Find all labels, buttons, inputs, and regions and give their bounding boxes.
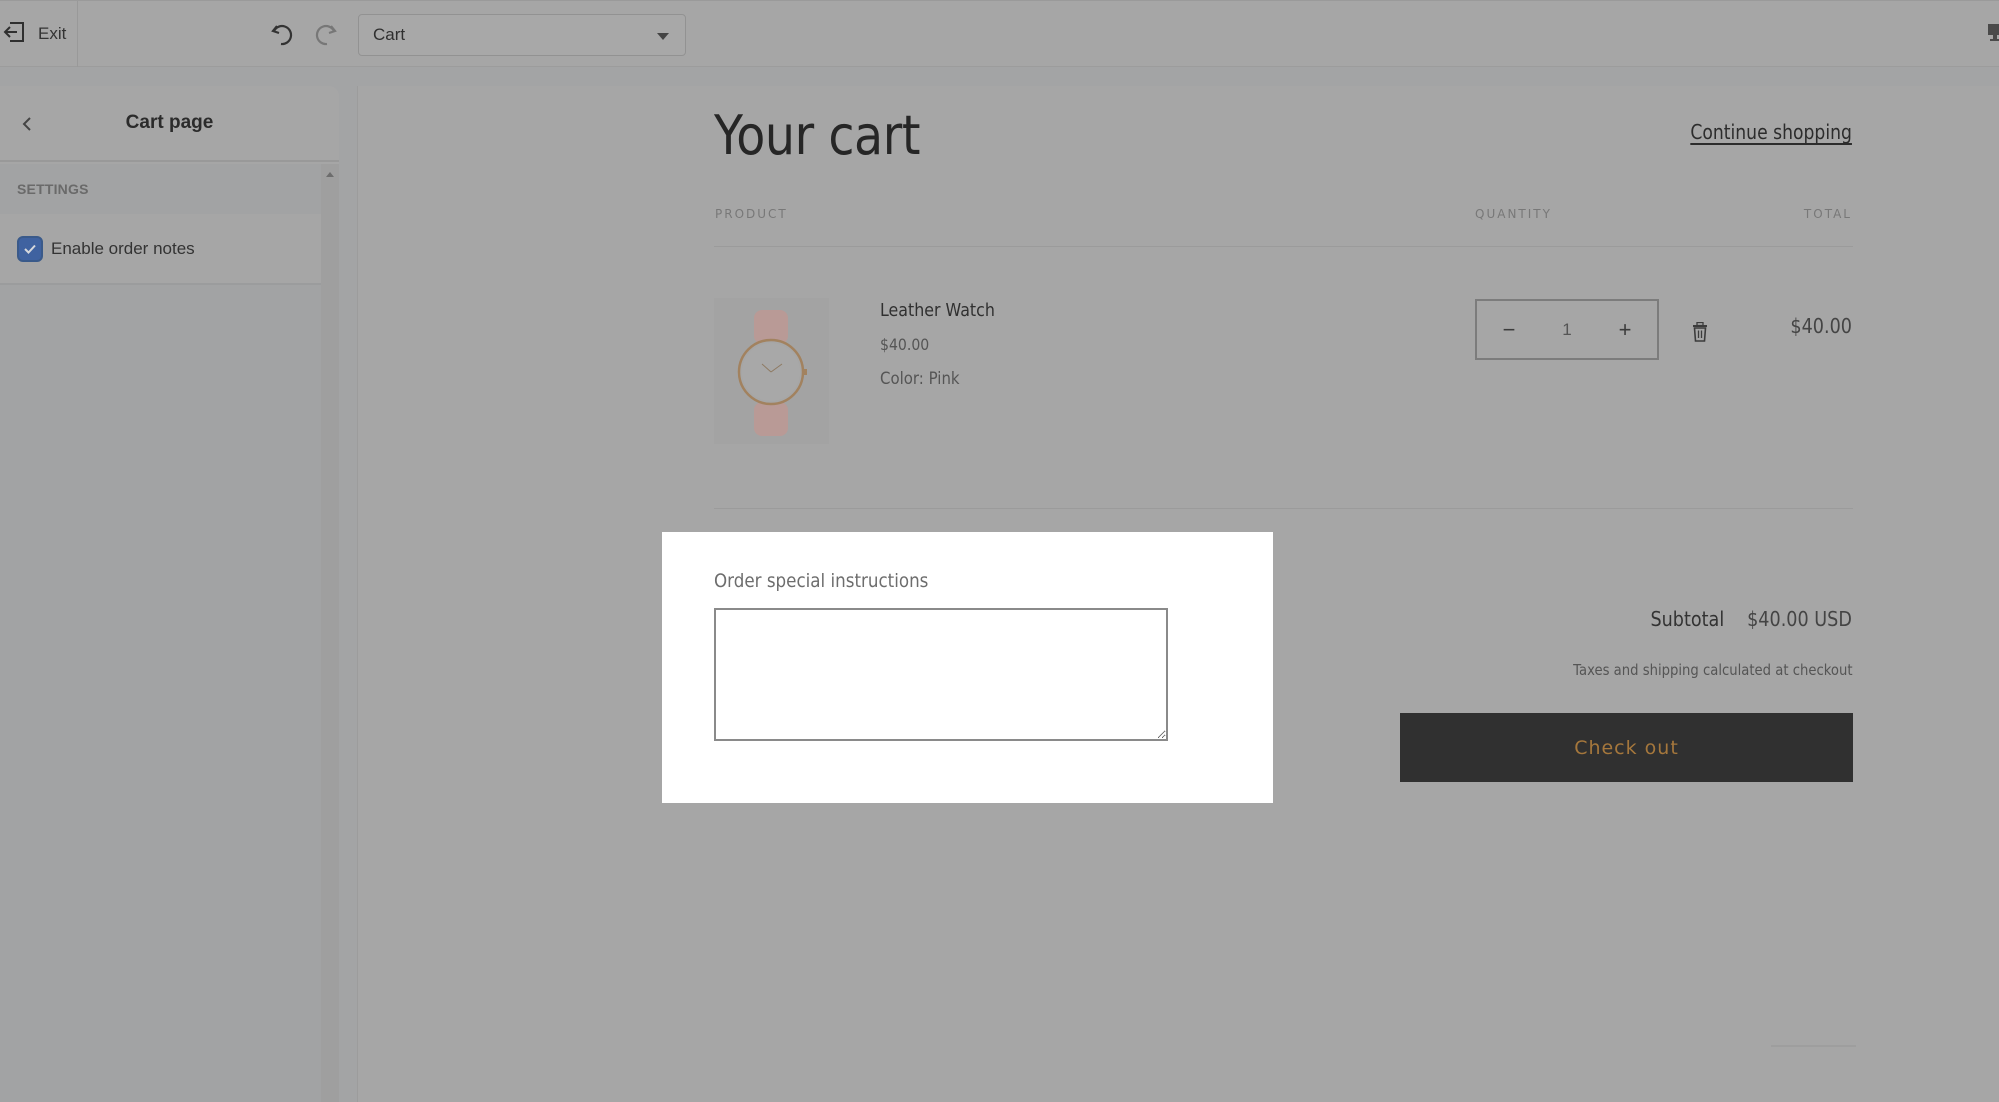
product-price: $40.00 (880, 335, 930, 354)
setting-label: Enable order notes (51, 238, 195, 258)
section-title: SETTINGS (17, 181, 89, 197)
subtotal-value: $40.00 USD (1747, 607, 1852, 631)
tax-note: Taxes and shipping calculated at checkou… (1572, 661, 1852, 679)
quantity-increase-button[interactable]: + (1613, 317, 1637, 343)
continue-shopping-link[interactable]: Continue shopping (1690, 120, 1852, 144)
exit-label: Exit (38, 24, 67, 43)
product-option: Color: Pink (880, 369, 960, 389)
sidebar-header: Cart page (0, 86, 339, 162)
exit-arrow-icon (2, 20, 26, 49)
column-header-total: TOTAL (1803, 207, 1852, 221)
order-notes-textarea[interactable] (714, 608, 1168, 741)
quantity-input[interactable]: 1 (1562, 320, 1571, 340)
template-select-value: Cart (373, 25, 406, 44)
checkmark-icon (24, 244, 36, 254)
order-notes-label: Order special instructions (714, 570, 929, 592)
chevron-down-icon (657, 33, 669, 40)
template-select[interactable]: Cart (358, 14, 686, 56)
desktop-icon[interactable] (1988, 24, 1999, 42)
enable-order-notes-checkbox[interactable] (17, 235, 43, 262)
header-divider (714, 246, 1853, 247)
trash-icon[interactable] (1692, 322, 1708, 342)
pink-leather-watch-image (714, 298, 829, 444)
sidebar-scrollbar[interactable] (321, 164, 339, 1102)
sidebar-title: Cart page (125, 112, 214, 133)
scroll-up-arrow-icon[interactable] (326, 172, 334, 177)
setting-enable-order-notes: Enable order notes (0, 214, 321, 285)
undo-icon (271, 24, 293, 46)
sidebar-body: SETTINGS Enable order notes (0, 164, 339, 1102)
redo-button[interactable] (310, 19, 340, 49)
subtotal: Subtotal $40.00 USD (1651, 607, 1852, 631)
back-button[interactable] (16, 112, 38, 136)
editor-topbar: Exit Cart (0, 0, 1999, 67)
settings-sidebar: Cart page SETTINGS Enable order notes (0, 86, 339, 1102)
items-divider (714, 508, 1853, 509)
column-header-product: PRODUCT (715, 207, 788, 221)
page-title: Your cart (714, 104, 921, 167)
checkout-button[interactable]: Check out (1400, 713, 1853, 782)
product-image[interactable] (714, 298, 829, 444)
order-notes-section: Order special instructions (662, 532, 1273, 803)
column-header-quantity: QUANTITY (1475, 207, 1552, 221)
undo-button[interactable] (268, 19, 298, 49)
redo-icon (315, 24, 337, 46)
chevron-left-icon (22, 117, 31, 131)
exit-button[interactable]: Exit (0, 1, 78, 67)
product-name[interactable]: Leather Watch (880, 300, 995, 321)
footer-divider (1771, 1045, 1856, 1047)
subtotal-label: Subtotal (1650, 607, 1725, 631)
quantity-stepper: − 1 + (1475, 299, 1659, 360)
quantity-decrease-button[interactable]: − (1497, 317, 1521, 343)
line-total: $40.00 (1790, 314, 1852, 338)
